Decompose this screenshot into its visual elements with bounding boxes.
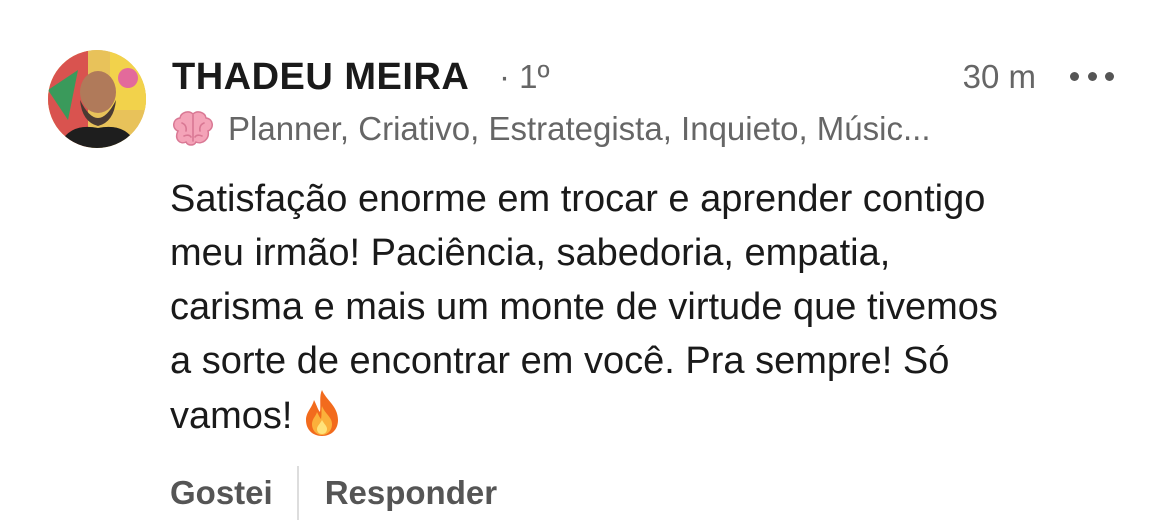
- timestamp: 30 m: [962, 58, 1036, 95]
- comment-header: THADEU MEIRA · 1º 30 m: [172, 54, 1122, 100]
- comment-line: Satisfação enorme em trocar e aprender c…: [170, 178, 986, 220]
- author-headline: Planner, Criativo, Estrategista, Inquiet…: [228, 110, 931, 147]
- author-headline-row: Planner, Criativo, Estrategista, Inquiet…: [170, 106, 1050, 152]
- comment-card: THADEU MEIRA · 1º 30 m Planner, Criativo…: [0, 0, 1170, 524]
- comment-body: Satisfação enorme em trocar e aprender c…: [170, 172, 1130, 443]
- comment-line: meu irmão! Paciência, sabedoria, empatia…: [170, 232, 891, 274]
- author-name[interactable]: THADEU MEIRA: [172, 54, 469, 100]
- comment-actions: Gostei Responder: [170, 466, 497, 520]
- avatar-image: [48, 50, 146, 148]
- comment-line: carisma e mais um monte de virtude que t…: [170, 286, 998, 328]
- action-divider: [296, 466, 299, 520]
- more-dot-icon: [1087, 71, 1097, 81]
- brain-icon: [173, 111, 213, 146]
- more-options-button[interactable]: [1070, 60, 1114, 92]
- comment-line: a sorte de encontrar em você. Pra sempre…: [170, 340, 950, 382]
- reply-button[interactable]: Responder: [325, 466, 497, 520]
- more-dot-icon: [1105, 71, 1114, 81]
- comment-line: vamos!: [170, 395, 293, 437]
- avatar[interactable]: [48, 50, 146, 148]
- comment-last-line: vamos!: [170, 388, 1130, 443]
- more-dot-icon: [1070, 71, 1079, 81]
- connection-degree: · 1º: [499, 58, 550, 95]
- fire-icon: [306, 390, 339, 436]
- like-button[interactable]: Gostei: [170, 466, 273, 520]
